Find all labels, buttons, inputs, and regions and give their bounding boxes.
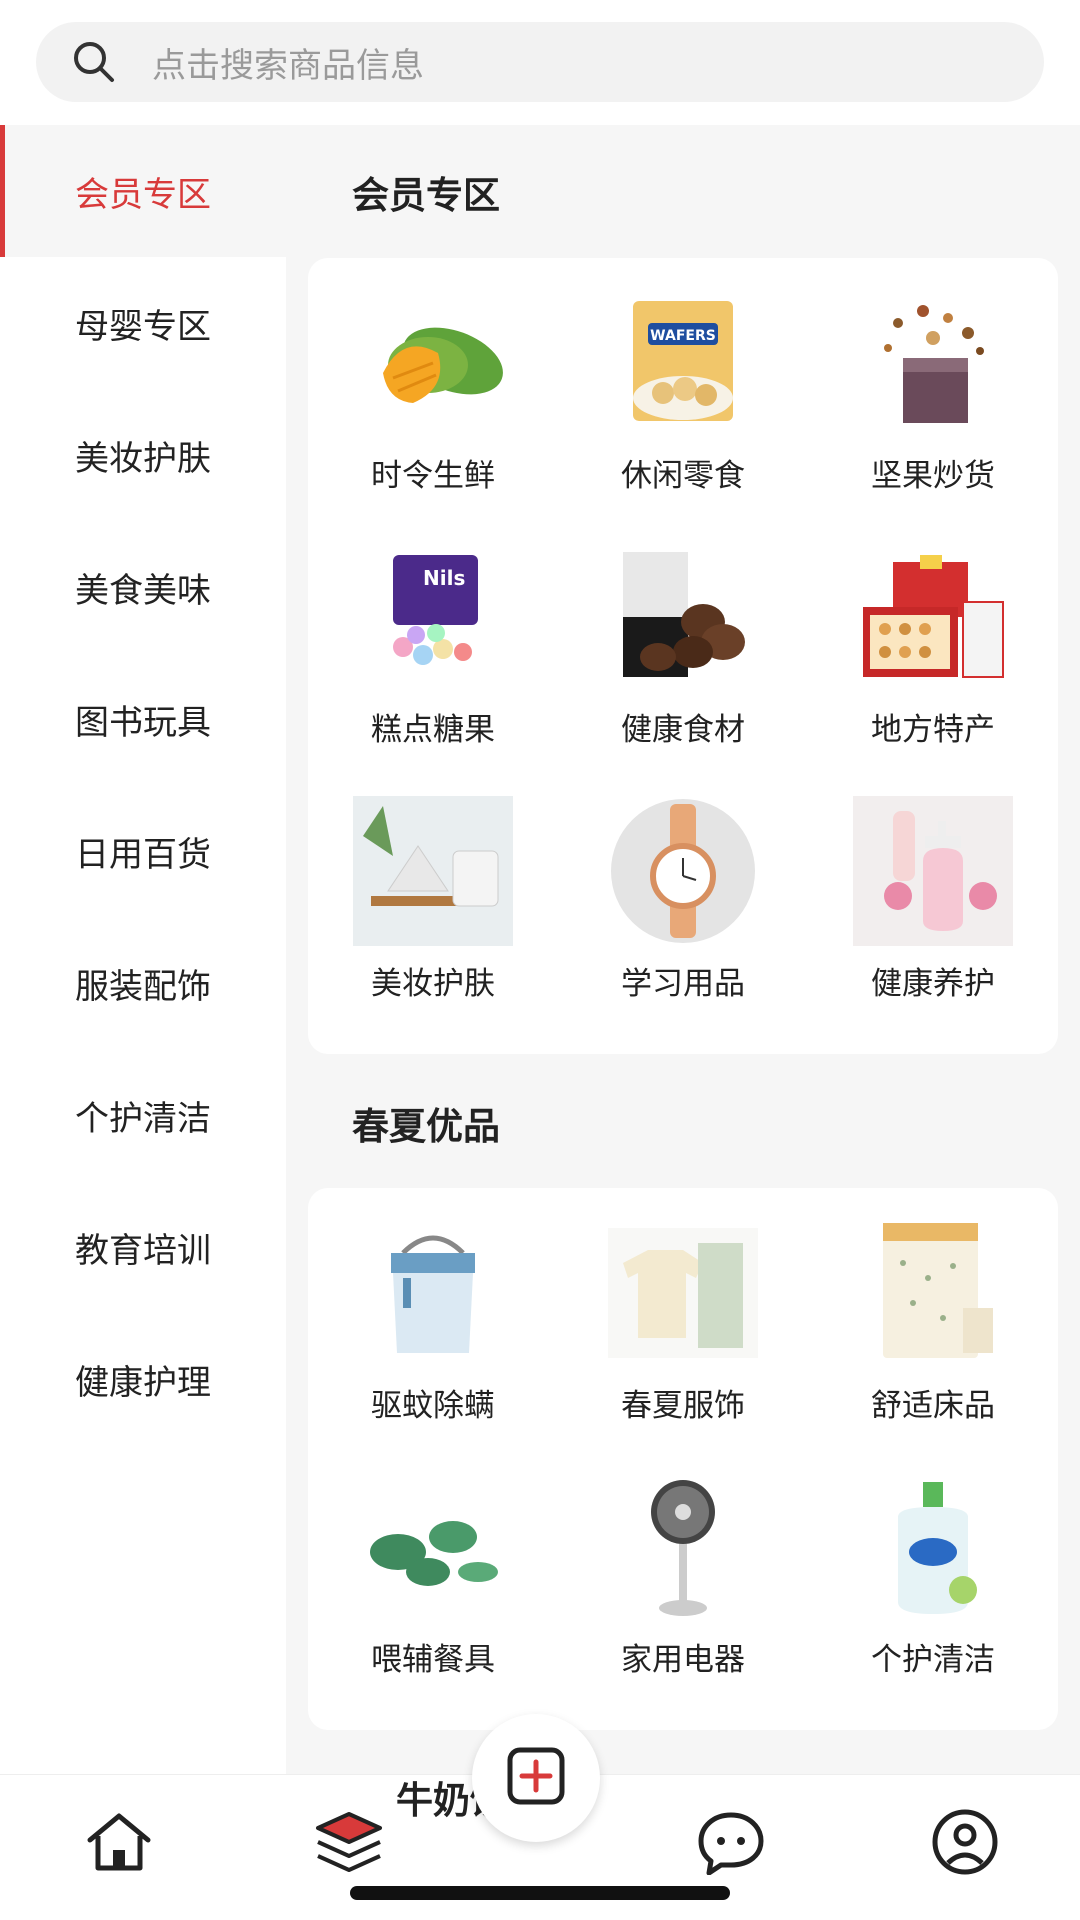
sidebar-item-label: 会员专区	[75, 174, 211, 215]
sidebar-item-beauty[interactable]: 美妆护肤	[0, 389, 286, 521]
bedding-icon	[853, 1218, 1013, 1368]
gift-box-icon	[853, 542, 1013, 692]
category-label: 坚果炒货	[871, 458, 995, 494]
search-bar[interactable]: 点击搜索商品信息	[36, 22, 1044, 102]
section-title: 会员专区	[352, 174, 500, 217]
category-label: 健康养护	[871, 966, 995, 1002]
top-bar: 点击搜索商品信息	[0, 0, 1080, 125]
category-label: 个护清洁	[871, 1642, 995, 1678]
category-item[interactable]: 学习用品	[558, 766, 808, 1020]
sidebar-item-education[interactable]: 教育培训	[0, 1181, 286, 1313]
search-placeholder[interactable]: 点击搜索商品信息	[152, 38, 424, 87]
nuts-box-icon	[853, 288, 1013, 438]
nav-profile[interactable]	[920, 1799, 1010, 1889]
search-icon	[64, 32, 124, 92]
category-item[interactable]: Nils 糕点糖果	[308, 512, 558, 766]
sidebar-item-label: 教育培训	[75, 1230, 211, 1271]
category-item[interactable]: 健康食材	[558, 512, 808, 766]
sidebar-item-label: 服装配饰	[75, 966, 211, 1007]
nav-category[interactable]	[304, 1799, 394, 1889]
sidebar-item-label: 美食美味	[75, 570, 211, 611]
category-item[interactable]: 喂辅餐具	[308, 1442, 558, 1696]
sidebar-item-label: 日用百货	[75, 834, 211, 875]
body-wash-icon	[853, 1472, 1013, 1622]
category-label: 美妆护肤	[371, 966, 495, 1002]
category-item[interactable]: 健康养护	[808, 766, 1058, 1020]
mango-icon	[353, 288, 513, 438]
standing-fan-icon	[603, 1472, 763, 1622]
section-title: 春夏优品	[352, 1105, 500, 1148]
home-icon	[84, 1810, 154, 1878]
category-label: 时令生鲜	[371, 458, 495, 494]
category-label: 驱蚊除螨	[371, 1388, 495, 1424]
category-item[interactable]: 坚果炒货	[808, 258, 1058, 512]
cookware-icon	[353, 1472, 513, 1622]
sidebar-item-food[interactable]: 美食美味	[0, 521, 286, 653]
category-label: 喂辅餐具	[371, 1642, 495, 1678]
lotion-bottle-icon	[853, 796, 1013, 946]
category-label: 糕点糖果	[371, 712, 495, 748]
sidebar-item-label: 个护清洁	[75, 1098, 211, 1139]
sidebar-item-mother-baby[interactable]: 母婴专区	[0, 257, 286, 389]
category-label: 休闲零食	[621, 458, 745, 494]
candy-bag-icon: Nils	[353, 542, 513, 692]
sidebar-item-label: 健康护理	[75, 1362, 211, 1403]
sidebar-item-label: 图书玩具	[75, 702, 211, 743]
sidebar-item-label: 母婴专区	[75, 306, 211, 347]
category-label: 健康食材	[621, 712, 745, 748]
home-indicator	[350, 1886, 730, 1900]
wristwatch-icon	[603, 796, 763, 946]
category-item[interactable]: 地方特产	[808, 512, 1058, 766]
nav-messages[interactable]	[686, 1799, 776, 1889]
sidebar-item-health[interactable]: 健康护理	[0, 1313, 286, 1445]
category-sidebar: 会员专区 母婴专区 美妆护肤 美食美味 图书玩具 日用百货 服装配饰 个护清洁 …	[0, 125, 286, 1775]
clothes-icon	[603, 1218, 763, 1368]
sidebar-item-personal-care[interactable]: 个护清洁	[0, 1049, 286, 1181]
category-item[interactable]: WAFERS 休闲零食	[558, 258, 808, 512]
sidebar-item-member-zone[interactable]: 会员专区	[0, 125, 286, 257]
category-item[interactable]: 家用电器	[558, 1442, 808, 1696]
svg-text:WAFERS: WAFERS	[650, 328, 716, 344]
category-label: 舒适床品	[871, 1388, 995, 1424]
category-layers-icon	[314, 1810, 384, 1878]
category-label: 地方特产	[871, 712, 995, 748]
category-item[interactable]: 美妆护肤	[308, 766, 558, 1020]
category-label: 学习用品	[621, 966, 745, 1002]
sidebar-item-label: 美妆护肤	[75, 438, 211, 479]
category-label: 春夏服饰	[621, 1388, 745, 1424]
chat-bubble-icon	[695, 1809, 767, 1879]
cotton-pads-icon	[353, 796, 513, 946]
category-item[interactable]: 春夏服饰	[558, 1188, 808, 1442]
category-panel-member: 时令生鲜 WAFERS 休闲零食 坚果炒货 Nils 糕点糖果 健康食材 地方特…	[308, 258, 1058, 1054]
category-panel-spring-summer: 驱蚊除螨 春夏服饰 舒适床品 喂辅餐具 家用电器 个护清洁	[308, 1188, 1058, 1730]
plus-square-icon	[505, 1745, 567, 1811]
profile-icon	[930, 1807, 1000, 1881]
category-item[interactable]: 驱蚊除螨	[308, 1188, 558, 1442]
category-item[interactable]: 个护清洁	[808, 1442, 1058, 1696]
category-label: 家用电器	[621, 1642, 745, 1678]
category-item[interactable]: 舒适床品	[808, 1188, 1058, 1442]
mushroom-icon	[603, 542, 763, 692]
publish-button[interactable]	[472, 1714, 600, 1842]
sidebar-item-apparel[interactable]: 服装配饰	[0, 917, 286, 1049]
mite-remover-icon	[353, 1218, 513, 1368]
sidebar-item-daily-goods[interactable]: 日用百货	[0, 785, 286, 917]
nav-home[interactable]	[74, 1799, 164, 1889]
svg-text:Nils: Nils	[423, 566, 465, 590]
sidebar-item-books-toys[interactable]: 图书玩具	[0, 653, 286, 785]
wafers-snack-icon: WAFERS	[603, 288, 763, 438]
category-item[interactable]: 时令生鲜	[308, 258, 558, 512]
